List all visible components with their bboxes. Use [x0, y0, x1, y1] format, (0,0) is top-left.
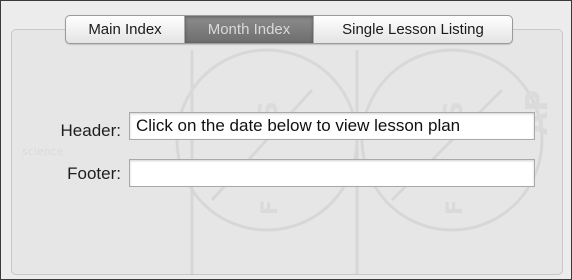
header-label: Header: — [60, 121, 121, 140]
header-field[interactable] — [129, 112, 535, 140]
window-frame: S S F F AP science Main Index Month Inde… — [0, 0, 572, 280]
svg-text:F: F — [443, 200, 468, 215]
tab-single-lesson-listing[interactable]: Single Lesson Listing — [314, 16, 512, 43]
svg-text:science: science — [22, 145, 64, 158]
index-tab-bar: Main Index Month Index Single Lesson Lis… — [65, 15, 513, 44]
tab-main-index[interactable]: Main Index — [66, 16, 185, 43]
svg-text:F: F — [258, 200, 283, 215]
tab-month-index[interactable]: Month Index — [185, 16, 314, 43]
watermark-background-image: S S F F AP science — [22, 48, 555, 274]
settings-group-box: S S F F AP science — [11, 29, 563, 275]
footer-label: Footer: — [67, 164, 121, 183]
footer-field[interactable] — [129, 159, 535, 187]
